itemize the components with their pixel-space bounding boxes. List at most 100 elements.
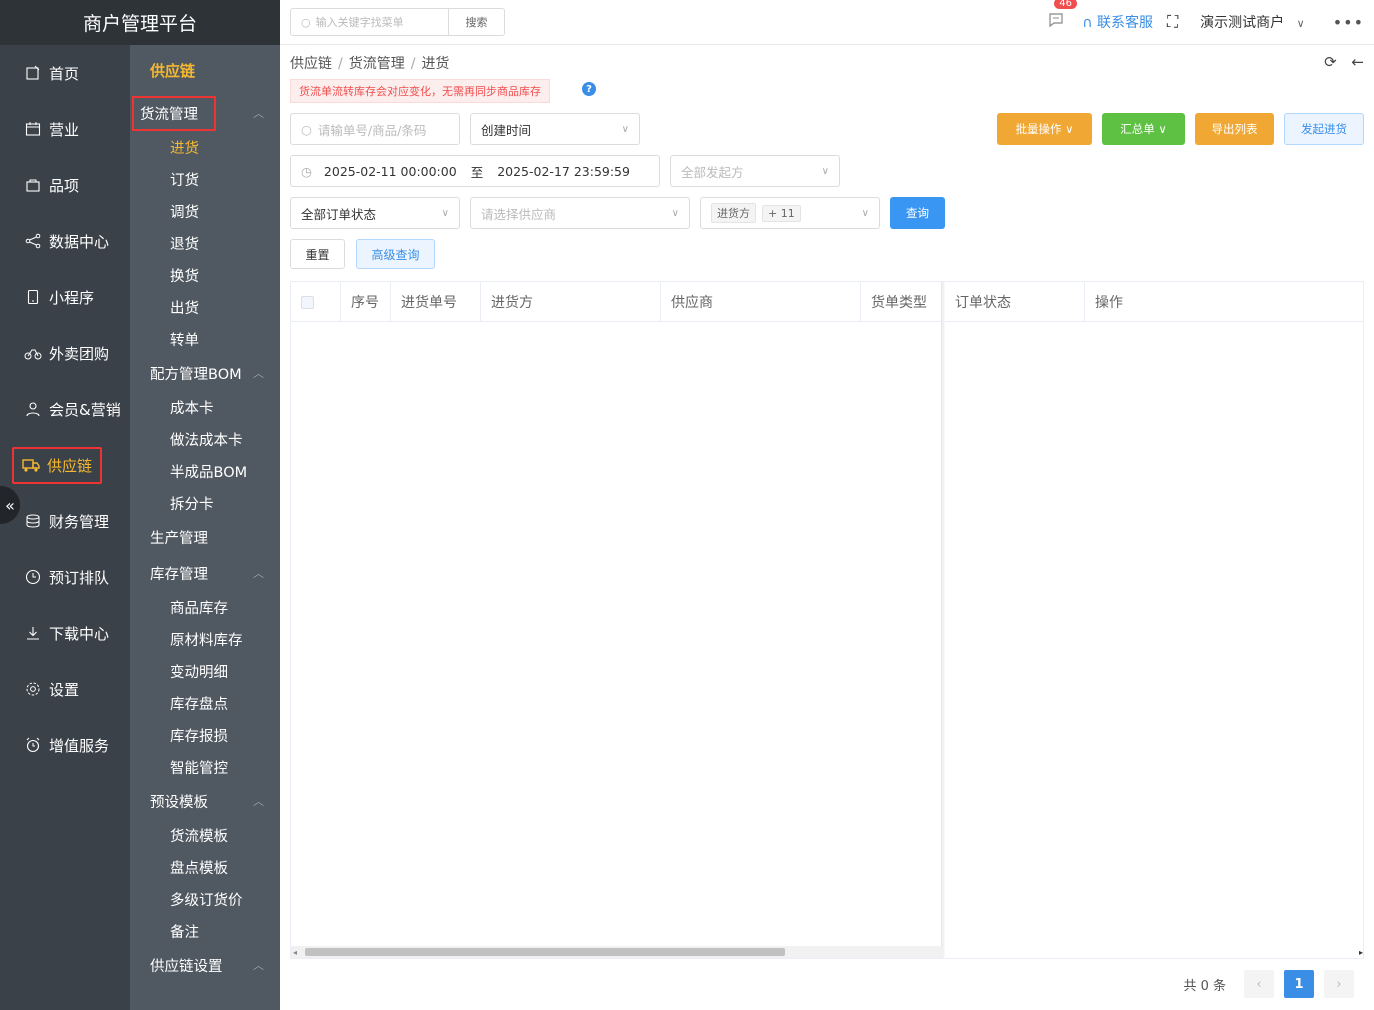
merchant-dropdown[interactable]: 演示测试商户 ∨ (1200, 12, 1305, 32)
order-search-input[interactable]: ○ 请输单号/商品/条码 (290, 113, 460, 145)
col-header-order-status: 订单状态 (943, 282, 1085, 322)
sub-nav-item[interactable]: 订货 (130, 163, 280, 195)
chevron-up-icon: ︿ (253, 959, 264, 972)
sub-sidebar-title: 供应链 (150, 61, 196, 80)
alarm-icon (24, 736, 42, 754)
clock-icon (24, 568, 42, 586)
main-nav-label: 供应链 (47, 456, 93, 475)
create-purchase-button[interactable]: 发起进货 (1284, 113, 1364, 145)
next-page-button[interactable]: › (1324, 970, 1354, 998)
initiator-select[interactable]: 全部发起方 ∨ (670, 155, 840, 187)
date-range-picker[interactable]: ◷ 2025-02-11 00:00:00 至 2025-02-17 23:59… (290, 155, 660, 187)
main-nav-item[interactable]: 营业 (0, 101, 130, 157)
sub-nav-item[interactable]: 多级订货价 (130, 883, 280, 915)
sub-nav-item[interactable]: 智能管控 (130, 751, 280, 783)
fullscreen-icon[interactable]: ⛶ (1167, 12, 1178, 32)
reset-button[interactable]: 重置 (290, 239, 345, 269)
horizontal-scrollbar[interactable]: ◂ ▸ (291, 946, 1363, 958)
contact-support-link[interactable]: ∩ 联系客服 (1082, 12, 1153, 32)
main-nav-item[interactable]: 外卖团购 (0, 325, 130, 381)
sub-nav-item[interactable]: 半成品BOM (130, 455, 280, 487)
truck-icon (22, 456, 40, 474)
sub-nav-item[interactable]: 变动明细 (130, 655, 280, 687)
sub-nav-item[interactable]: 库存盘点 (130, 687, 280, 719)
search-icon: ○ (301, 15, 311, 29)
sub-nav-item[interactable]: 库存报损 (130, 719, 280, 751)
main-nav-label: 营业 (49, 120, 80, 139)
select-all-checkbox[interactable] (301, 295, 314, 309)
col-header-actions: 操作 (1095, 295, 1123, 311)
chevron-up-icon: ︿ (253, 795, 264, 808)
main-nav-item[interactable]: 首页 (0, 45, 130, 101)
more-icon[interactable]: ••• (1333, 13, 1364, 32)
scrollbar-thumb[interactable] (305, 948, 785, 956)
main-nav-item[interactable]: 供应链 (0, 437, 130, 493)
main-nav-item[interactable]: 品项 (0, 157, 130, 213)
sub-nav-item[interactable]: 盘点模板 (130, 851, 280, 883)
col-header-index: 序号 (341, 282, 391, 322)
sub-nav-group[interactable]: 供应链设置 ︿ (130, 947, 280, 983)
sub-nav-item[interactable]: 进货 (130, 131, 280, 163)
gear-icon (24, 680, 42, 698)
share-icon (24, 232, 42, 250)
sub-nav-item[interactable]: 原材料库存 (130, 623, 280, 655)
sub-nav-item[interactable]: 商品库存 (130, 591, 280, 623)
topbar: ○ 输入关键字找菜单 搜索 46 ∩ 联系客服 ⛶ 演示测试商户 ∨ ••• (280, 0, 1374, 45)
sub-nav-group-label: 生产管理 (150, 530, 208, 547)
sub-nav-group-label: 配方管理BOM (150, 366, 242, 383)
sub-nav-item[interactable]: 调货 (130, 195, 280, 227)
sub-nav-item[interactable]: 转单 (130, 323, 280, 355)
sub-nav-item[interactable]: 换货 (130, 259, 280, 291)
table-header: 序号 进货单号 进货方 供应商 货单类型 订单状态 操作 (291, 282, 1363, 322)
sub-nav-item[interactable]: 拆分卡 (130, 487, 280, 519)
sub-nav-item[interactable]: 货流模板 (130, 819, 280, 851)
main-nav-item[interactable]: 增值服务 (0, 717, 130, 773)
download-icon (24, 624, 42, 642)
sub-nav-item[interactable]: 做法成本卡 (130, 423, 280, 455)
refresh-icon[interactable]: ⟳ (1324, 53, 1337, 71)
sub-nav-group-label: 预设模板 (150, 794, 208, 811)
prev-page-button[interactable]: ‹ (1244, 970, 1274, 998)
breadcrumb: 供应链 / 货流管理 / 进货 (290, 56, 450, 72)
scroll-right-icon[interactable]: ▸ (1359, 948, 1363, 957)
batch-operation-button[interactable]: 批量操作 ∨ (997, 113, 1092, 145)
time-type-select[interactable]: 创建时间 ∨ (470, 113, 640, 145)
page-number-button[interactable]: 1 (1284, 970, 1314, 998)
notice-banner: 货流单流转库存会对应变化，无需再同步商品库存 (290, 79, 550, 103)
sub-nav-group[interactable]: 库存管理 ︿ (130, 555, 280, 591)
sub-nav-item[interactable]: 退货 (130, 227, 280, 259)
query-button[interactable]: 查询 (890, 197, 945, 229)
scroll-left-icon[interactable]: ◂ (293, 948, 297, 957)
menu-search-input[interactable]: ○ 输入关键字找菜单 (291, 9, 449, 35)
chevron-down-icon: ∨ (671, 207, 679, 219)
main-nav-item[interactable]: 会员&营销 (0, 381, 130, 437)
sub-nav-group[interactable]: 配方管理BOM ︿ (130, 355, 280, 391)
advanced-query-button[interactable]: 高级查询 (356, 239, 435, 269)
supplier-select[interactable]: 请选择供应商 ∨ (470, 197, 690, 229)
sub-nav-group[interactable]: 预设模板 ︿ (130, 783, 280, 819)
sub-nav-group[interactable]: 生产管理 (130, 519, 280, 555)
main-nav-item[interactable]: 设置 (0, 661, 130, 717)
message-icon[interactable]: 46 (1048, 0, 1077, 32)
main-nav-item[interactable]: 小程序 (0, 269, 130, 325)
summary-button[interactable]: 汇总单 ∨ (1102, 113, 1185, 145)
order-status-select[interactable]: 全部订单状态 ∨ (290, 197, 460, 229)
main-nav-item[interactable]: 预订排队 (0, 549, 130, 605)
sub-nav-group[interactable]: 货流管理 ︿ (130, 95, 280, 131)
col-header-order-no: 进货单号 (391, 282, 481, 322)
receiver-select[interactable]: 进货方 + 11 ∨ (700, 197, 880, 229)
export-list-button[interactable]: 导出列表 (1195, 113, 1274, 145)
back-arrow-icon[interactable]: ← (1351, 53, 1364, 71)
main-nav-item[interactable]: 数据中心 (0, 213, 130, 269)
sub-nav-item[interactable]: 成本卡 (130, 391, 280, 423)
sub-nav-item[interactable]: 备注 (130, 915, 280, 947)
chevron-up-icon: ︿ (253, 567, 264, 580)
pagination: 共 0 条 ‹ 1 › (1183, 970, 1354, 998)
sub-nav-item[interactable]: 出货 (130, 291, 280, 323)
col-header-receiver: 进货方 (481, 282, 661, 322)
menu-search-button[interactable]: 搜索 (449, 9, 504, 35)
database-icon (24, 512, 42, 530)
sub-nav-group-label: 供应链设置 (150, 958, 223, 975)
main-nav-item[interactable]: 下载中心 (0, 605, 130, 661)
help-icon[interactable]: ? (582, 82, 596, 96)
